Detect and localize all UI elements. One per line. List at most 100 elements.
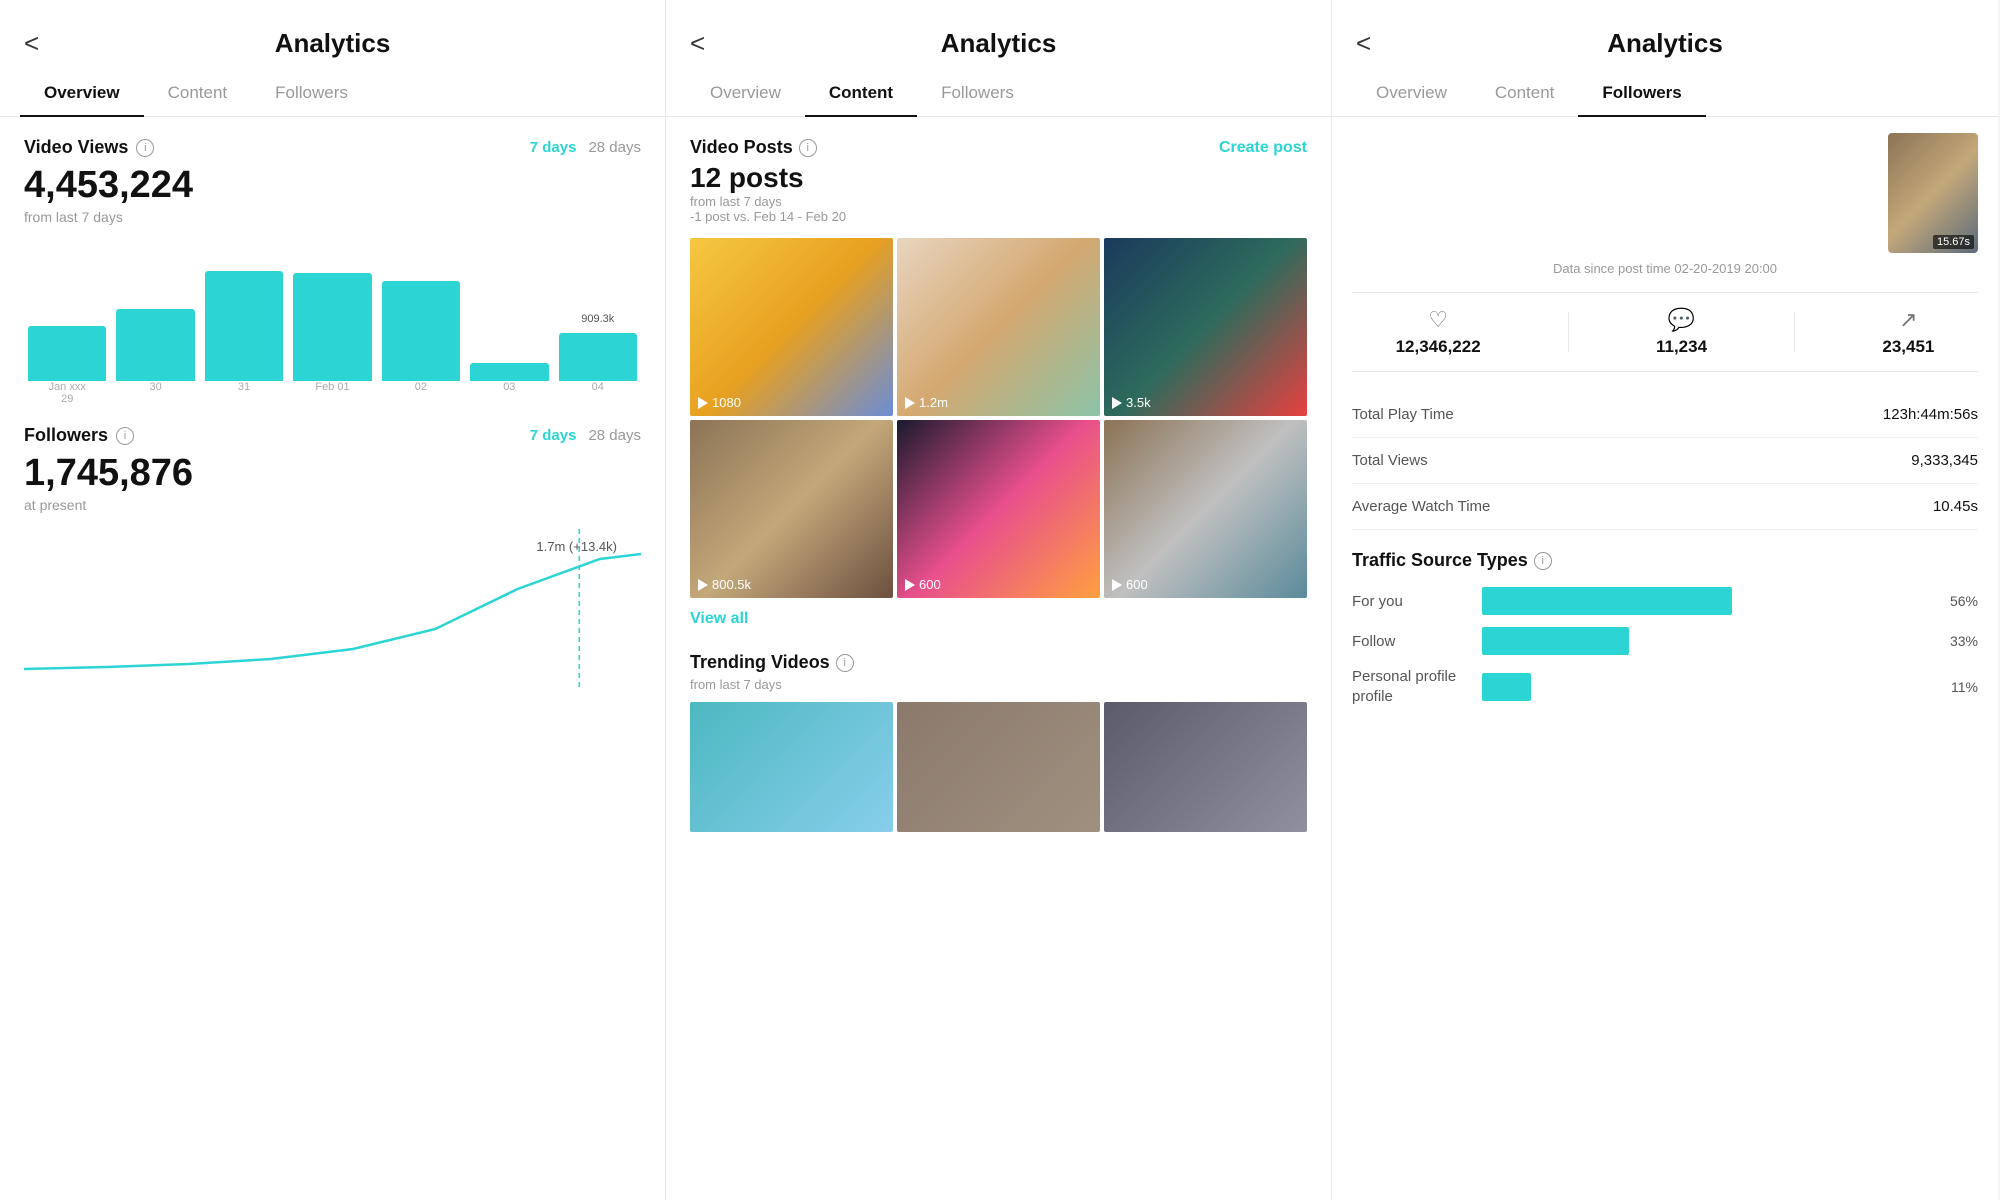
followers-value: 1,745,876 xyxy=(24,452,641,495)
tab-content-1[interactable]: Content xyxy=(144,71,252,117)
bar-item-3 xyxy=(293,273,371,381)
view-all-link[interactable]: View all xyxy=(690,610,1307,628)
traffic-title-row: Traffic Source Types i xyxy=(1352,550,1978,571)
followers-line-chart: 1.7m (+13.4k) xyxy=(24,529,641,709)
trending-info-icon[interactable]: i xyxy=(836,654,854,672)
grid-item-5-overlay: 600 xyxy=(1112,577,1148,592)
tab-content-3[interactable]: Content xyxy=(1471,71,1579,117)
traffic-label-1: Follow xyxy=(1352,633,1472,650)
grid-item-2[interactable]: 3.5k xyxy=(1104,238,1307,416)
followers-header: Followers i 7 days 28 days xyxy=(24,425,641,446)
comment-icon: 💬 xyxy=(1656,307,1707,333)
grid-item-4-label: 600 xyxy=(919,577,941,592)
period-7d-views[interactable]: 7 days xyxy=(530,139,577,156)
traffic-bar-2 xyxy=(1482,673,1531,701)
bar-label-4: 02 xyxy=(382,381,460,405)
grid-item-4[interactable]: 600 xyxy=(897,420,1100,598)
back-button-1[interactable]: < xyxy=(24,28,39,59)
grid-item-0[interactable]: 1080 xyxy=(690,238,893,416)
video-posts-section: Video Posts i Create post 12 posts from … xyxy=(690,137,1307,628)
traffic-bar-1 xyxy=(1482,627,1629,655)
back-button-2[interactable]: < xyxy=(690,28,705,59)
panel1-title: Analytics xyxy=(275,28,391,59)
trending-item-0[interactable] xyxy=(690,702,893,832)
heart-icon: ♡ xyxy=(1396,307,1481,333)
bar-6-value: 909.3k xyxy=(581,313,614,325)
tab-overview-2[interactable]: Overview xyxy=(686,71,805,117)
grid-item-3[interactable]: 800.5k xyxy=(690,420,893,598)
bar-item-4 xyxy=(382,281,460,381)
grid-item-0-label: 1080 xyxy=(712,395,741,410)
bar-item-5 xyxy=(470,363,548,381)
stat-shares: ↗ 23,451 xyxy=(1882,307,1934,357)
bar-label-3: Feb 01 xyxy=(293,381,371,405)
video-views-info-icon[interactable]: i xyxy=(136,139,154,157)
traffic-bar-container-0 xyxy=(1482,587,1928,615)
post-thumbnail: 15.67s xyxy=(1888,133,1978,253)
tab-overview-3[interactable]: Overview xyxy=(1352,71,1471,117)
trending-title-row: Trending Videos i xyxy=(690,652,1307,673)
posts-from: from last 7 days xyxy=(690,194,782,209)
period-7d-followers[interactable]: 7 days xyxy=(530,427,577,444)
play-icon-4 xyxy=(905,579,915,591)
traffic-row-0: For you 56% xyxy=(1352,587,1978,615)
video-views-chart: 909.3k Jan xxx29 30 31 Feb 01 02 03 04 xyxy=(24,241,641,401)
detail-value-0: 123h:44m:56s xyxy=(1883,406,1978,423)
bar-label-6: 04 xyxy=(559,381,637,405)
play-icon-2 xyxy=(1112,397,1122,409)
grid-item-1-overlay: 1.2m xyxy=(905,395,948,410)
trending-grid xyxy=(690,702,1307,832)
traffic-bar-container-2 xyxy=(1482,673,1928,701)
traffic-label-2: Personal profileprofile xyxy=(1352,667,1472,706)
bar-item-1 xyxy=(116,309,194,381)
traffic-info-icon[interactable]: i xyxy=(1534,552,1552,570)
bar-4 xyxy=(382,281,460,381)
bar-0 xyxy=(28,326,106,381)
tabs-2: Overview Content Followers xyxy=(666,71,1331,117)
bar-1 xyxy=(116,309,194,381)
grid-item-5[interactable]: 600 xyxy=(1104,420,1307,598)
detail-row-1: Total Views 9,333,345 xyxy=(1352,438,1978,484)
tab-followers-1[interactable]: Followers xyxy=(251,71,372,117)
create-post-button[interactable]: Create post xyxy=(1219,139,1307,157)
shares-value: 23,451 xyxy=(1882,337,1934,357)
bar-item-6: 909.3k xyxy=(559,333,637,381)
posts-count: 12 posts xyxy=(690,162,1307,194)
play-icon-3 xyxy=(698,579,708,591)
bar-6: 909.3k xyxy=(559,333,637,381)
traffic-pct-2: 11% xyxy=(1938,679,1978,695)
play-icon-5 xyxy=(1112,579,1122,591)
likes-value: 12,346,222 xyxy=(1396,337,1481,357)
tab-followers-3[interactable]: Followers xyxy=(1578,71,1705,117)
period-28d-views[interactable]: 28 days xyxy=(588,139,641,156)
grid-item-2-label: 3.5k xyxy=(1126,395,1151,410)
stat-comments: 💬 11,234 xyxy=(1656,307,1707,357)
data-since-label: Data since post time 02-20-2019 20:00 xyxy=(1352,261,1978,276)
video-posts-info-icon[interactable]: i xyxy=(799,139,817,157)
grid-item-1[interactable]: 1.2m xyxy=(897,238,1100,416)
posts-grid: 1080 1.2m 3.5k xyxy=(690,238,1307,598)
followers-sub: at present xyxy=(24,497,641,513)
line-annotation: 1.7m (+13.4k) xyxy=(536,539,617,554)
bar-chart-bars: 909.3k xyxy=(24,241,641,381)
tab-overview-1[interactable]: Overview xyxy=(20,71,144,117)
back-button-3[interactable]: < xyxy=(1356,28,1371,59)
panel2-header: < Analytics xyxy=(666,0,1331,71)
tab-content-2[interactable]: Content xyxy=(805,71,917,117)
followers-label: Followers xyxy=(24,425,108,446)
panel3-title: Analytics xyxy=(1607,28,1723,59)
followers-info-icon[interactable]: i xyxy=(116,427,134,445)
trending-meta: from last 7 days xyxy=(690,677,1307,692)
bar-chart-labels: Jan xxx29 30 31 Feb 01 02 03 04 xyxy=(24,381,641,405)
tab-followers-2[interactable]: Followers xyxy=(917,71,1038,117)
play-icon-1 xyxy=(905,397,915,409)
post-duration: 15.67s xyxy=(1933,235,1974,249)
trending-item-1[interactable] xyxy=(897,702,1100,832)
traffic-bar-0 xyxy=(1482,587,1732,615)
period-28d-followers[interactable]: 28 days xyxy=(588,427,641,444)
trending-item-2[interactable] xyxy=(1104,702,1307,832)
detail-label-0: Total Play Time xyxy=(1352,406,1454,423)
bar-3 xyxy=(293,273,371,381)
panel-overview: < Analytics Overview Content Followers V… xyxy=(0,0,666,1200)
video-views-sub: from last 7 days xyxy=(24,209,641,225)
